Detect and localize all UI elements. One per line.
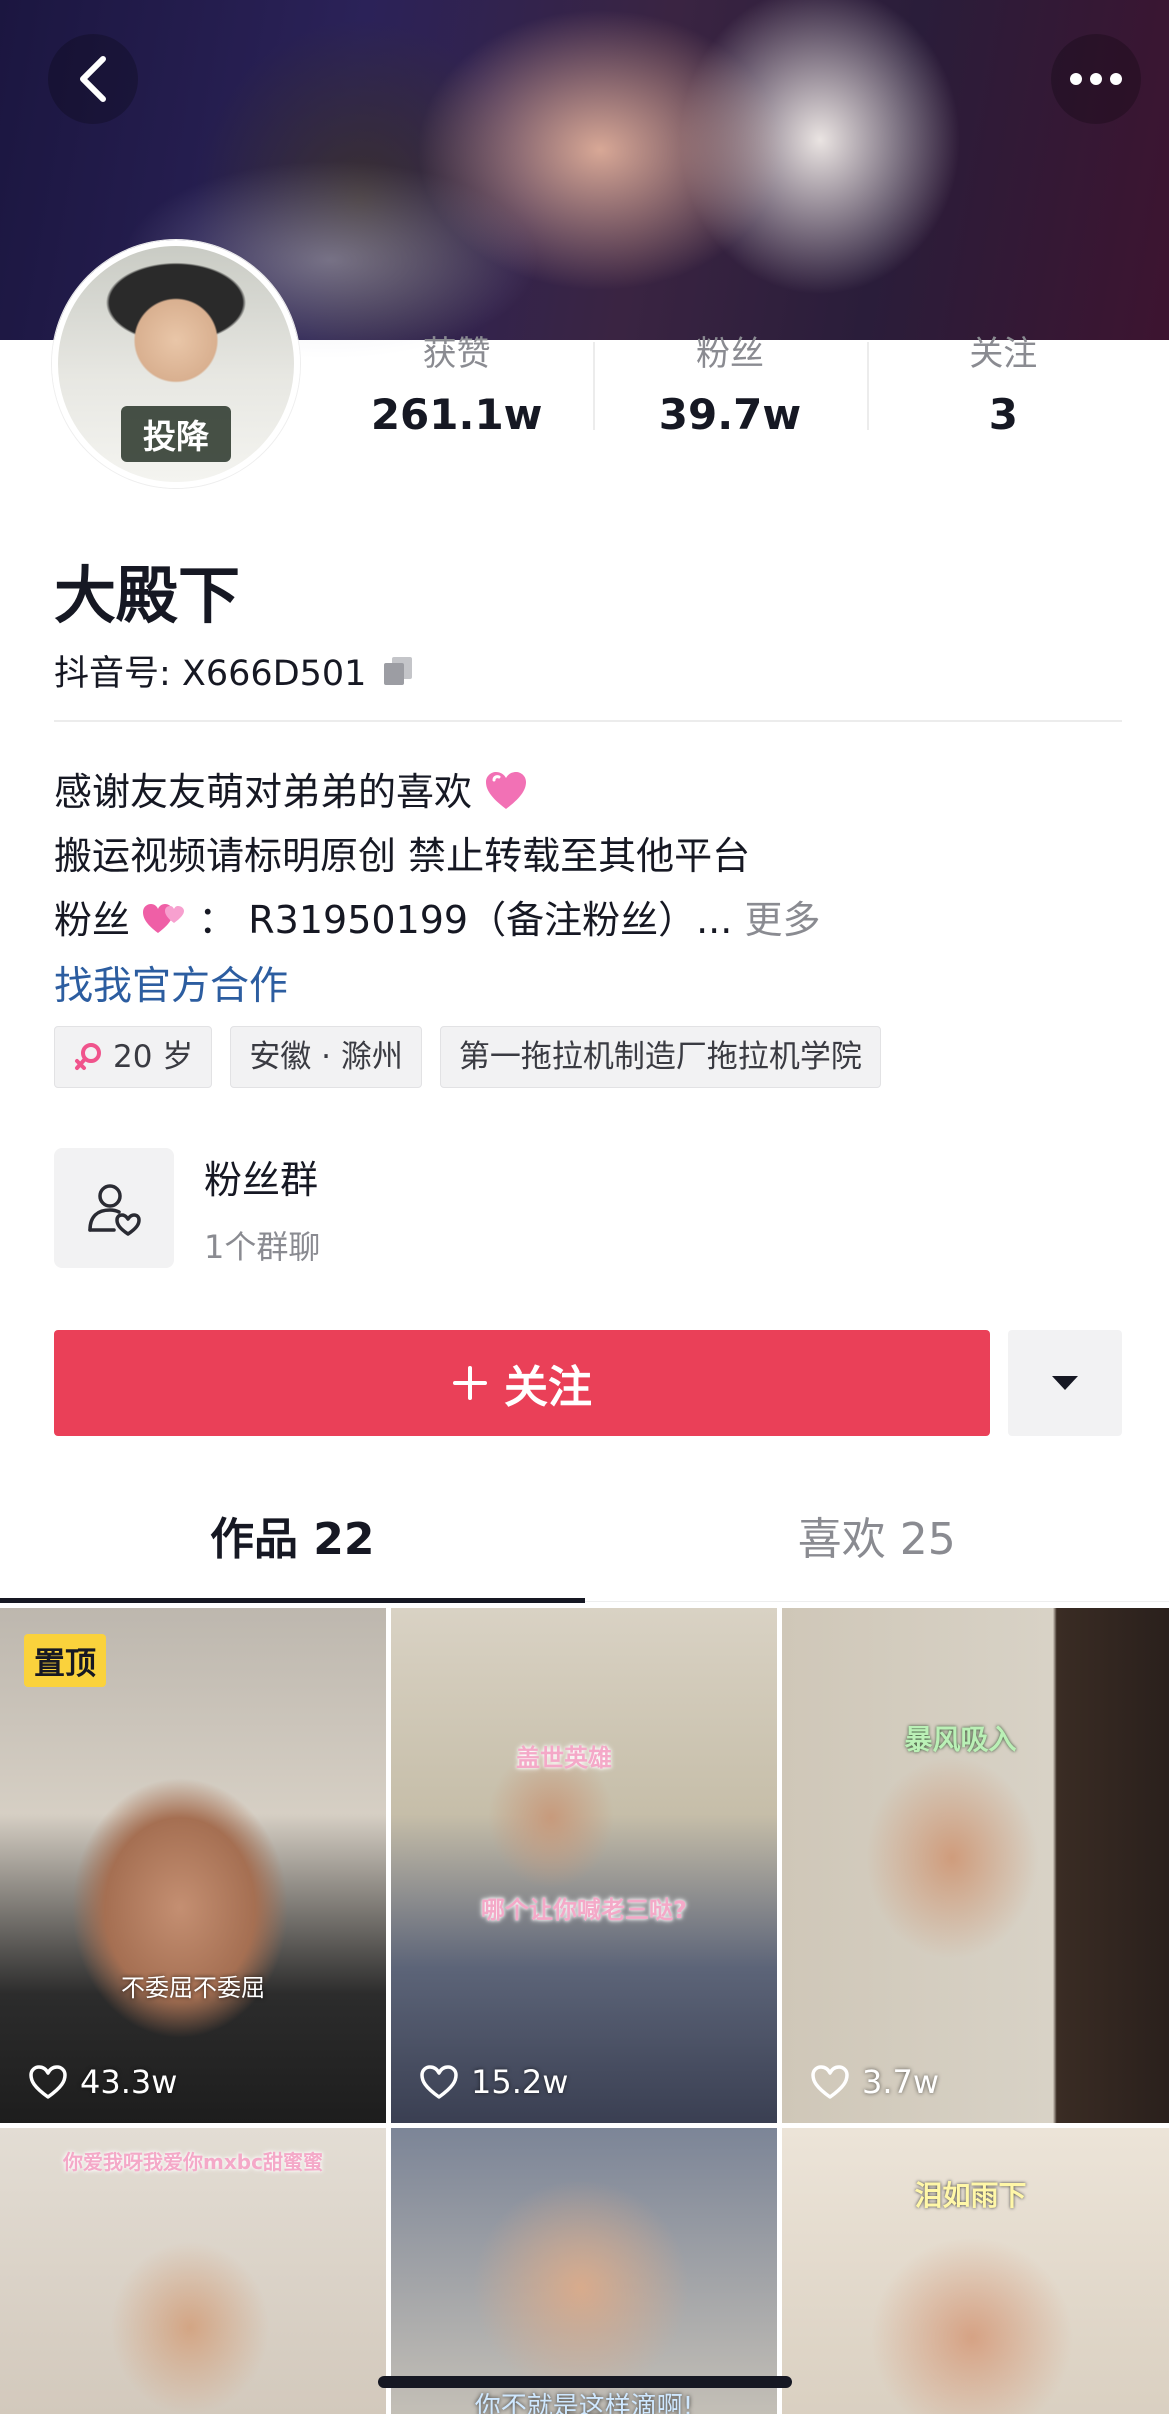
bio-text: 感谢友友萌对弟弟的喜欢 — [54, 770, 473, 814]
fan-group-subtitle: 1个群聊 — [204, 1227, 321, 1266]
official-cooperation-link[interactable]: 找我官方合作 — [54, 955, 288, 1011]
profile-id-text: 抖音号: X666D501 — [54, 654, 367, 694]
pinned-badge: 置顶 — [24, 1634, 106, 1687]
profile-tabs: 作品 22 喜欢 25 — [0, 1490, 1169, 1603]
back-button[interactable] — [48, 34, 138, 124]
stat-value: 39.7w — [658, 390, 802, 439]
bio-more-link[interactable]: 更多 — [744, 898, 820, 942]
profile-tags: 20 岁 安徽 · 滁州 第一拖拉机制造厂拖拉机学院 — [54, 1026, 881, 1088]
heart-outline-icon — [420, 2065, 458, 2099]
divider — [54, 720, 1122, 722]
fan-group-icon-box — [54, 1148, 174, 1268]
stat-following[interactable]: 关注 3 — [866, 330, 1140, 440]
bio-text: ： R31950199（备注粉丝）... — [198, 898, 733, 942]
stat-value: 3 — [988, 390, 1018, 439]
fan-group-entry[interactable]: 粉丝群 1个群聊 — [54, 1148, 320, 1268]
video-thumbnail[interactable]: 你爱我呀我爱你mxbc甜蜜蜜 — [0, 2128, 386, 2414]
tag-school: 第一拖拉机制造厂拖拉机学院 — [439, 1026, 881, 1088]
video-likes: 15.2w — [419, 2063, 568, 2101]
video-thumbnail[interactable]: 盖世英雄 哪个让你喊老三哒? 15.2w — [391, 1608, 777, 2123]
copy-icon[interactable] — [380, 653, 416, 689]
stat-value: 261.1w — [370, 390, 543, 439]
video-likes: 43.3w — [28, 2063, 177, 2101]
stat-likes[interactable]: 获赞 261.1w — [320, 330, 593, 440]
stat-label: 粉丝 — [695, 334, 764, 374]
video-grid: 置顶 不委屈不委屈 43.3w 盖世英雄 哪个让你喊老三哒? 15.2w 暴风吸… — [0, 1608, 1169, 2414]
follow-label: 关注 — [504, 1362, 592, 1413]
bio-line-2: 搬运视频请标明原创 禁止转载至其他平台 — [54, 834, 751, 878]
likes-count: 3.7w — [862, 2063, 940, 2101]
plus-icon — [453, 1366, 487, 1400]
video-caption-top: 盖世英雄 — [516, 1744, 612, 1772]
tag-label: 20 岁 — [113, 1039, 194, 1075]
group-heart-icon — [88, 1184, 141, 1236]
profile-id: 抖音号: X666D501 — [54, 645, 416, 696]
profile-stats: 获赞 261.1w 粉丝 39.7w 关注 3 — [320, 330, 1140, 440]
video-thumbnail[interactable]: 暴风吸入 3.7w — [782, 1608, 1169, 2123]
bio-line-1: 感谢友友萌对弟弟的喜欢 — [54, 760, 820, 824]
tab-works[interactable]: 作品 22 — [0, 1490, 585, 1603]
video-thumbnail[interactable]: 置顶 不委屈不委屈 43.3w — [0, 1608, 386, 2123]
profile-name: 大殿下 — [54, 559, 241, 632]
profile-bio: 感谢友友萌对弟弟的喜欢 搬运视频请标明原创 禁止转载至其他平台 粉丝 ： R31… — [54, 760, 820, 952]
avatar[interactable]: 投降 — [52, 240, 300, 488]
pink-heart-icon — [486, 772, 527, 809]
likes-count: 15.2w — [471, 2063, 569, 2101]
bio-line-3: 粉丝 ： R31950199（备注粉丝）... 更多 — [54, 888, 820, 952]
more-button[interactable] — [1051, 34, 1141, 124]
heart-outline-icon — [811, 2065, 849, 2099]
home-indicator[interactable] — [378, 2376, 792, 2388]
stat-label: 关注 — [969, 334, 1038, 374]
bio-text: 粉丝 — [54, 898, 131, 942]
tab-likes[interactable]: 喜欢 25 — [585, 1490, 1169, 1601]
tag-age: 20 岁 — [54, 1026, 213, 1088]
stat-label: 获赞 — [422, 334, 491, 374]
chevron-left-icon — [80, 56, 106, 102]
ellipsis-icon — [1070, 73, 1122, 85]
video-caption: 哪个让你喊老三哒? — [481, 1896, 687, 1924]
video-caption-top: 你爱我呀我爱你mxbc甜蜜蜜 — [63, 2150, 323, 2174]
tag-label: 安徽 · 滁州 — [249, 1039, 403, 1075]
video-caption-top: 泪如雨下 — [914, 2179, 1027, 2212]
tag-label: 第一拖拉机制造厂拖拉机学院 — [458, 1039, 862, 1075]
stat-followers[interactable]: 粉丝 39.7w — [593, 330, 866, 440]
video-thumbnail[interactable]: 你不就是这样滴啊! — [391, 2128, 777, 2414]
female-icon — [75, 1043, 101, 1070]
likes-count: 43.3w — [80, 2063, 178, 2101]
follow-button[interactable]: 关注 — [54, 1330, 990, 1436]
heart-outline-icon — [29, 2065, 67, 2099]
fan-group-text: 粉丝群 1个群聊 — [204, 1149, 320, 1268]
video-caption: 不委屈不委屈 — [121, 1974, 265, 2002]
fan-group-title: 粉丝群 — [204, 1157, 319, 1202]
triangle-down-icon — [1052, 1376, 1078, 1390]
video-thumbnail[interactable]: 泪如雨下 — [782, 2128, 1169, 2414]
tag-location: 安徽 · 滁州 — [230, 1026, 422, 1088]
avatar-badge: 投降 — [121, 406, 231, 462]
video-caption-bottom: 你不就是这样滴啊! — [474, 2392, 694, 2414]
two-hearts-icon — [143, 904, 185, 933]
video-caption-top: 暴风吸入 — [904, 1723, 1017, 1756]
video-likes: 3.7w — [810, 2063, 939, 2101]
recommend-dropdown-button[interactable] — [1008, 1330, 1122, 1436]
